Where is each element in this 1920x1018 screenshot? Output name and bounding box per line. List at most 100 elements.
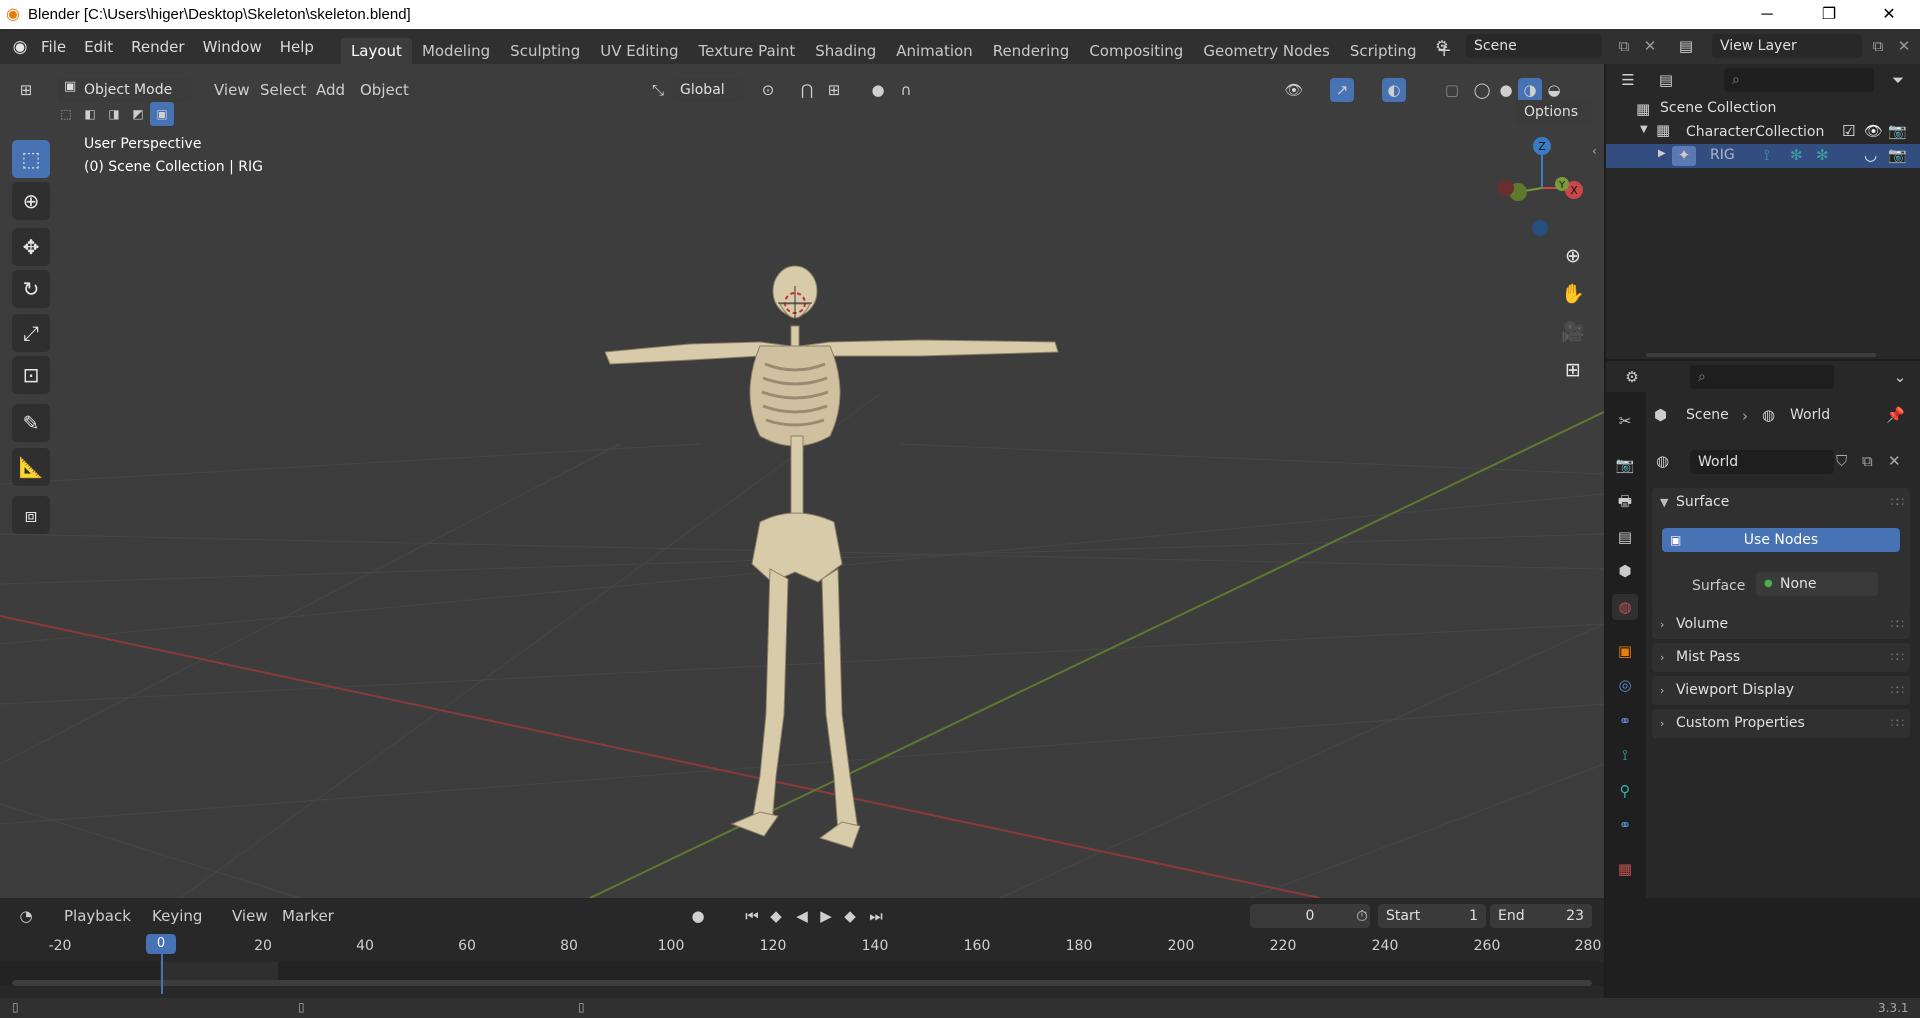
3d-viewport[interactable]: ⊞ Object Mode ▣ View Select Add Object ⤡… — [0, 64, 1604, 898]
texture-tab-icon[interactable]: ▦ — [1612, 856, 1638, 882]
minimize-icon[interactable]: ─ — [1744, 0, 1790, 29]
tab-scripting[interactable]: Scripting — [1340, 38, 1427, 64]
pin-icon[interactable]: 📌 — [1886, 406, 1905, 424]
properties-editor-type-icon[interactable]: ⚙ — [1620, 365, 1644, 389]
use-nodes-button[interactable]: ▣ Use Nodes — [1662, 528, 1900, 552]
duplicate-world-icon[interactable]: ⧉ — [1862, 452, 1873, 470]
world-tab-icon[interactable]: ◍ — [1612, 594, 1638, 620]
timeline-menu-marker[interactable]: Marker — [274, 904, 342, 928]
volume-expand-icon[interactable]: › — [1660, 610, 1664, 639]
viewport-display-expand-icon[interactable]: › — [1660, 676, 1664, 705]
editor-type-icon[interactable]: ⊞ — [14, 78, 38, 102]
blender-menu-icon[interactable]: ◉ — [8, 35, 32, 59]
display-mode-icon[interactable]: ▤ — [1654, 68, 1678, 92]
select-invert-icon[interactable]: ◩ — [126, 102, 150, 126]
scene-selector-icon[interactable]: ⚙ — [1430, 34, 1454, 58]
rendered-shading-icon[interactable]: ◒ — [1542, 78, 1566, 102]
view-layer-icon[interactable]: ▤ — [1674, 34, 1698, 58]
bone-constraints-tab-icon[interactable]: ⚭ — [1612, 812, 1638, 838]
end-frame-field[interactable]: End 23 — [1490, 904, 1592, 928]
bone-tab-icon[interactable]: ⚲ — [1612, 778, 1638, 804]
constraints-tab-icon[interactable]: ⚭ — [1612, 708, 1638, 734]
zoom-icon[interactable]: ⊕ — [1557, 240, 1589, 272]
surface-shader-field[interactable]: ● None — [1756, 572, 1878, 596]
prev-keyframe-icon[interactable]: ◆ — [764, 904, 788, 928]
timeline-scrollbar[interactable] — [12, 980, 1592, 986]
fake-user-icon[interactable]: ⛉ — [1836, 452, 1847, 470]
menu-file[interactable]: File — [32, 35, 75, 59]
menu-window[interactable]: Window — [194, 35, 271, 59]
surface-expand-icon[interactable]: ▼ — [1660, 488, 1668, 517]
volume-panel[interactable]: › Volume ∷∷ — [1652, 610, 1910, 639]
scale-tool[interactable]: ⤢ — [12, 314, 50, 352]
surface-grip-icon[interactable]: ∷∷ — [1891, 488, 1904, 517]
visibility-icon[interactable]: 👁 — [1282, 78, 1306, 102]
surface-panel-title[interactable]: Surface — [1676, 494, 1729, 510]
viewport-menu-view[interactable]: View — [206, 78, 258, 102]
outliner-scrollbar[interactable] — [1646, 353, 1876, 357]
cursor-tool[interactable]: ⊕ — [12, 182, 50, 220]
collection-render-icon[interactable]: 📷 — [1888, 122, 1907, 140]
outliner-scene-collection[interactable]: Scene Collection — [1660, 100, 1776, 116]
viewport-display-grip-icon[interactable]: ∷∷ — [1891, 676, 1904, 705]
rig-visibility-icon[interactable]: ◡ — [1864, 146, 1877, 164]
object-data-tab-icon[interactable]: ⟟ — [1612, 742, 1638, 768]
timeline-menu-keying[interactable]: Keying — [144, 904, 210, 928]
output-tab-icon[interactable]: 🖶 — [1612, 488, 1638, 514]
scene-name-field[interactable]: Scene — [1466, 34, 1602, 58]
tab-rendering[interactable]: Rendering — [983, 38, 1080, 64]
timeline-menu-view[interactable]: View — [224, 904, 276, 928]
select-new-icon[interactable]: ⬚ — [54, 102, 78, 126]
rig-expand-icon[interactable]: ▶ — [1658, 148, 1666, 159]
menu-edit[interactable]: Edit — [75, 35, 122, 59]
annotate-tool[interactable]: ✎ — [12, 404, 50, 442]
camera-view-icon[interactable]: 🎥 — [1557, 316, 1589, 348]
restore-icon[interactable]: ❐ — [1806, 0, 1852, 29]
outliner-search-input[interactable]: ⌕ — [1724, 68, 1874, 92]
move-tool[interactable]: ✥ — [12, 228, 50, 266]
tab-layout[interactable]: Layout — [340, 38, 412, 64]
orientation-icon[interactable]: ⤡ — [646, 78, 670, 102]
tool-tab-icon[interactable]: ✂ — [1612, 408, 1638, 434]
object-tab-icon[interactable]: ▣ — [1612, 638, 1638, 664]
sidebar-toggle-icon[interactable]: ‹ — [1592, 144, 1597, 158]
select-subtract-icon[interactable]: ◨ — [102, 102, 126, 126]
physics-tab-icon[interactable]: ◎ — [1612, 672, 1638, 698]
delete-scene-icon[interactable]: ✕ — [1638, 34, 1662, 58]
mode-dropdown[interactable]: Object Mode — [58, 78, 192, 102]
overlay-toggle-icon[interactable]: ◐ — [1382, 78, 1406, 102]
viewport-menu-object[interactable]: Object — [352, 78, 417, 102]
select-intersect-icon[interactable]: ▣ — [150, 102, 174, 126]
collection-expand-icon[interactable]: ▼ — [1640, 124, 1648, 135]
wireframe-shading-icon[interactable]: ◯ — [1470, 78, 1494, 102]
options-dropdown[interactable]: Options — [1516, 100, 1592, 124]
viewport-display-panel[interactable]: › Viewport Display ∷∷ — [1652, 676, 1910, 705]
xray-icon[interactable]: ▢ — [1440, 78, 1464, 102]
pan-icon[interactable]: ✋ — [1557, 278, 1589, 310]
unlink-world-icon[interactable]: ✕ — [1888, 452, 1901, 470]
view-layer-tab-icon[interactable]: ▤ — [1612, 524, 1638, 550]
delete-view-layer-icon[interactable]: ✕ — [1892, 34, 1916, 58]
collection-visibility-icon[interactable]: 👁 — [1864, 122, 1883, 140]
timeline-menu-playback[interactable]: Playback — [56, 904, 139, 928]
menu-render[interactable]: Render — [122, 35, 193, 59]
proportional-edit-icon[interactable]: ● — [866, 78, 890, 102]
transform-tool[interactable]: ⊡ — [12, 356, 50, 394]
outliner-rig-row[interactable]: ▶ ✦ RIG ⟟ ✻ ✻ ◡ 📷 — [1606, 144, 1920, 168]
properties-search-input[interactable]: ⌕ — [1690, 365, 1834, 389]
collection-checkbox-icon[interactable]: ☑ — [1842, 122, 1855, 140]
mist-expand-icon[interactable]: › — [1660, 643, 1664, 672]
close-icon[interactable]: ✕ — [1866, 0, 1912, 29]
tab-geometry-nodes[interactable]: Geometry Nodes — [1193, 38, 1340, 64]
custom-properties-expand-icon[interactable]: › — [1660, 709, 1664, 738]
world-browse-icon[interactable]: ◍ — [1656, 452, 1669, 470]
snap-target-icon[interactable]: ⊞ — [822, 78, 846, 102]
outliner-character-collection[interactable]: CharacterCollection — [1686, 124, 1824, 140]
pivot-point-icon[interactable]: ⊙ — [756, 78, 780, 102]
scene-tab-icon[interactable]: ⬢ — [1612, 558, 1638, 584]
transform-orientation-dropdown[interactable]: Global — [672, 78, 744, 102]
skeleton-model[interactable] — [0, 64, 1604, 898]
tab-compositing[interactable]: Compositing — [1079, 38, 1193, 64]
rig-render-icon[interactable]: 📷 — [1888, 146, 1907, 164]
preview-range-icon[interactable]: ⏱ — [1350, 904, 1374, 928]
